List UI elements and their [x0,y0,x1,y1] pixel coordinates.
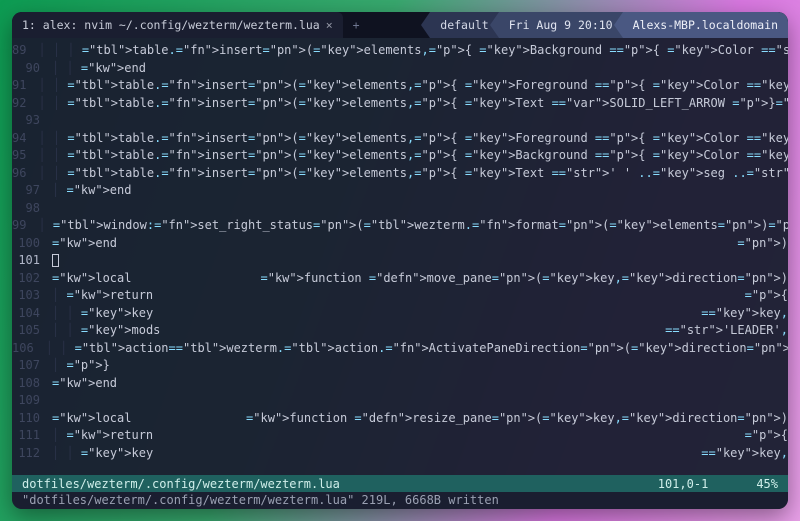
line-number: 110 [12,410,52,428]
status-hostname: Alexs-MBP.localdomain [623,12,788,38]
line-number: 98 [12,200,52,218]
tab-bar: 1: alex: nvim ~/.config/wezterm/wezterm.… [12,12,788,38]
editor-line: 110="kw">local ="kw">function ="defn">re… [12,410,788,428]
code-line[interactable]: │ │ ="tbl">table [38,147,154,165]
status-percent: 45% [756,477,778,491]
editor-line: 97│ ="kw">end [12,182,788,200]
editor-line: 96│ │ ="tbl">table.="fn">insert="pn">(="… [12,165,788,183]
line-number: 95 [12,147,38,165]
line-number: 92 [12,95,38,113]
plus-icon: + [353,18,360,32]
line-number: 93 [12,112,52,130]
code-line[interactable]: ="kw">local [52,410,246,428]
editor-line: 92│ │ ="tbl">table.="fn">insert="pn">(="… [12,95,788,113]
line-number: 90 [12,60,52,78]
code-line[interactable]: ="kw">end [52,235,737,253]
editor-line: 105│ │ ="key">mods = ="str">'LEADER', [12,322,788,340]
code-line[interactable]: │ │ │ ="tbl">table [38,42,168,60]
cursor [52,254,59,267]
line-number: 96 [12,165,38,183]
line-number: 109 [12,392,52,410]
status-workspace: default [430,12,498,38]
terminal-window: 1: alex: nvim ~/.config/wezterm/wezterm.… [12,12,788,509]
line-number: 111 [12,427,52,445]
close-icon[interactable]: × [326,18,333,32]
code-line[interactable]: │ │ ="key">mods [52,322,665,340]
code-line[interactable]: │ ="kw">return [52,287,745,305]
status-file: dotfiles/wezterm/.config/wezterm/wezterm… [22,477,340,491]
editor-line: 111│ ="kw">return ="p">{ [12,427,788,445]
editor-line: 107│ ="p">} [12,357,788,375]
code-line[interactable]: │ ="kw">end [52,182,788,200]
editor-line: 103│ ="kw">return ="p">{ [12,287,788,305]
line-number: 91 [12,77,38,95]
tab-active[interactable]: 1: alex: nvim ~/.config/wezterm/wezterm.… [12,12,343,38]
editor-line: 94│ │ ="tbl">table.="fn">insert="pn">(="… [12,130,788,148]
vim-statusline: dotfiles/wezterm/.config/wezterm/wezterm… [12,475,788,492]
line-number: 104 [12,305,52,323]
editor-line: 89│ │ │ ="tbl">table.="fn">insert="pn">(… [12,42,788,60]
line-number: 105 [12,322,52,340]
editor-line: 101 [12,252,788,270]
line-number: 97 [12,182,52,200]
editor-line: 99│ ="tbl">window:="fn">set_right_status… [12,217,788,235]
status-datetime: Fri Aug 9 20:10 [499,12,623,38]
editor-line: 95│ │ ="tbl">table.="fn">insert="pn">(="… [12,147,788,165]
line-number: 108 [12,375,52,393]
line-number: 106 [12,340,46,358]
editor-line: 104│ │ ="key">key = ="key">key, [12,305,788,323]
line-number: 102 [12,270,52,288]
code-line[interactable]: │ │ ="tbl">table [38,95,154,113]
line-number: 101 [12,252,52,270]
code-line[interactable]: │ ="p">} [52,357,788,375]
code-line[interactable]: │ │ ="key">key [52,305,701,323]
line-number: 107 [12,357,52,375]
code-line[interactable] [52,200,788,218]
editor-line: 106│ │ ="tbl">action = ="tbl">wezterm.="… [12,340,788,358]
code-line[interactable]: ="kw">end [52,375,788,393]
editor-line: 90│ │ ="kw">end [12,60,788,78]
code-line[interactable]: ="kw">local [52,270,260,288]
line-number: 100 [12,235,52,253]
status-position: 101,0-1 [658,477,709,491]
code-line[interactable] [52,112,788,130]
code-line[interactable]: │ │ ="tbl">table [38,165,154,183]
editor-line: 112│ │ ="key">key = ="key">key, [12,445,788,463]
line-number: 103 [12,287,52,305]
editor-line: 108="kw">end [12,375,788,393]
editor-viewport[interactable]: 89│ │ │ ="tbl">table.="fn">insert="pn">(… [12,38,788,475]
code-line[interactable]: │ │ ="tbl">action [46,340,169,358]
line-number: 112 [12,445,52,463]
line-number: 99 [12,217,38,235]
code-line[interactable]: │ ="kw">return [52,427,745,445]
code-line[interactable] [52,392,788,410]
code-line[interactable]: │ │ ="tbl">table [38,77,154,95]
line-number: 89 [12,42,38,60]
code-line[interactable]: │ │ ="tbl">table [38,130,154,148]
code-line[interactable]: │ │ ="kw">end [52,60,788,78]
line-number: 94 [12,130,38,148]
code-line[interactable] [52,252,788,270]
editor-line: 102="kw">local ="kw">function ="defn">mo… [12,270,788,288]
editor-line: 91│ │ ="tbl">table.="fn">insert="pn">(="… [12,77,788,95]
code-line[interactable]: │ │ ="key">key [52,445,701,463]
vim-message-line: "dotfiles/wezterm/.config/wezterm/wezter… [12,492,788,509]
editor-line: 109 [12,392,788,410]
new-tab-button[interactable]: + [343,12,370,38]
editor-line: 100="kw">end="pn">) [12,235,788,253]
tab-label: 1: alex: nvim ~/.config/wezterm/wezterm.… [22,18,320,32]
editor-line: 93 [12,112,788,130]
editor-line: 98 [12,200,788,218]
code-line[interactable]: │ ="tbl">window [38,217,146,235]
